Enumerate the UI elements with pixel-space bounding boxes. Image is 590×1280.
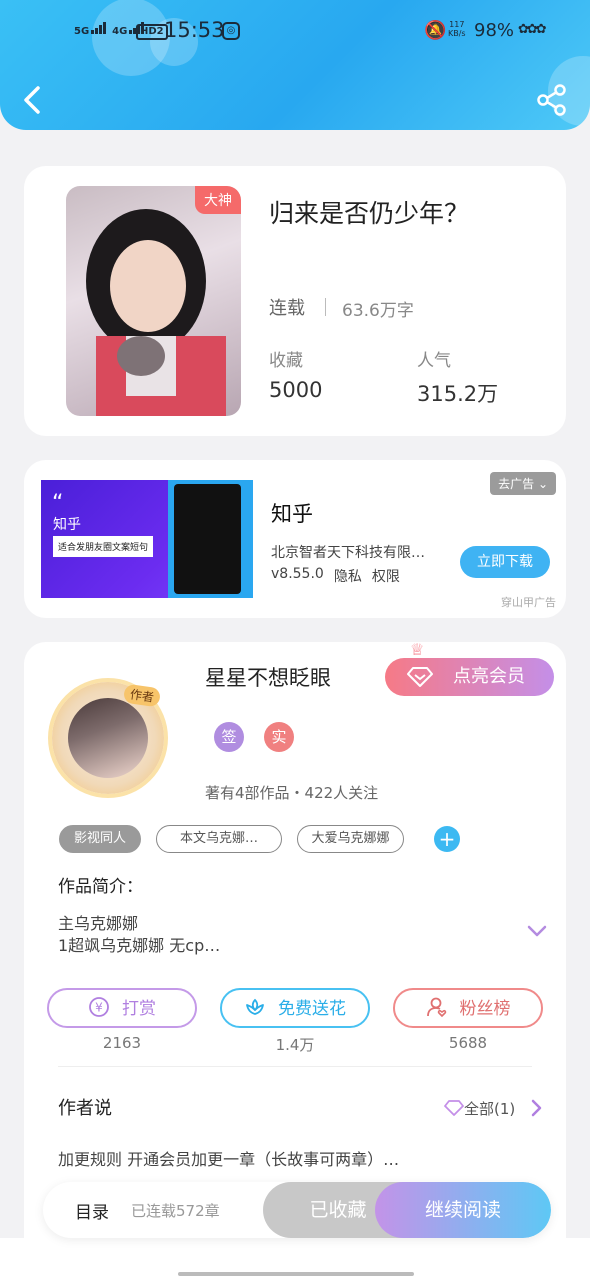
book-title: 归来是否仍少年？ — [269, 199, 470, 228]
ad-card[interactable]: “ 知乎 适合发朋友圈文案短句 去广告 ⌄ 知乎 北京智者天下科技有限… v8.… — [24, 460, 566, 618]
flower-count: 1.4万 — [275, 1036, 315, 1054]
battery-level: 98% — [474, 20, 515, 41]
author-avatar[interactable]: 作者 — [52, 682, 164, 794]
header: 5G 4G HD2 15:53 ◎ 🔕 117 KB/s 98% ✿✿✿ — [0, 0, 590, 130]
ad-privacy-link[interactable]: 隐私 — [334, 566, 362, 586]
add-tag-button[interactable]: + — [434, 826, 460, 852]
crown-icon: ♕ — [410, 640, 425, 659]
tip-count: 2163 — [102, 1034, 142, 1052]
continue-reading-button[interactable]: 继续阅读 — [375, 1182, 551, 1238]
quote-icon: “ — [52, 491, 64, 516]
cover-illustration — [86, 209, 226, 416]
home-indicator[interactable] — [178, 1272, 414, 1276]
download-button[interactable]: 立即下载 — [460, 546, 550, 578]
fan-ranking-button[interactable]: 粉丝榜 — [393, 988, 543, 1028]
avatar-face — [68, 698, 148, 778]
signed-badge: 签 — [214, 722, 244, 752]
book-info-card: 大神 归来是否仍少年？ 连载 63.6万字 收藏 人气 5000 315.2万 — [24, 166, 566, 436]
chapter-count: 已连载572章 — [131, 1202, 220, 1220]
tip-button[interactable]: ¥ 打赏 — [47, 988, 197, 1028]
chevron-left-icon[interactable] — [20, 80, 50, 120]
intro-title: 作品简介： — [58, 877, 143, 897]
diamond-icon — [407, 667, 433, 687]
phone-screen — [174, 484, 241, 594]
ad-source: 穿山甲广告 — [501, 596, 556, 609]
ad-meta: v8.55.0 隐私 权限 — [271, 566, 400, 586]
divider — [58, 1066, 532, 1067]
divider — [325, 298, 326, 316]
status-time: 15:53 — [164, 18, 225, 42]
signal-icon: 5G 4G — [74, 22, 145, 37]
ad-image[interactable]: “ 知乎 适合发朋友圈文案短句 — [41, 480, 253, 598]
chevron-down-icon[interactable] — [526, 924, 548, 938]
status-bar: 5G 4G HD2 15:53 ◎ 🔕 117 KB/s 98% ✿✿✿ — [0, 18, 590, 48]
hd-icon: HD2 — [136, 24, 168, 40]
user-heart-icon — [426, 997, 446, 1018]
ad-version: v8.55.0 — [271, 566, 324, 582]
book-cover[interactable]: 大神 — [66, 186, 241, 416]
app-icon: ◎ — [222, 22, 240, 40]
author-says-title: 作者说 — [58, 1098, 112, 1119]
intro-text: 1超飒乌克娜娜 无cp… — [58, 936, 221, 955]
diamond-icon — [444, 1100, 464, 1116]
popularity-label: 人气 — [417, 351, 451, 371]
phone-mockup — [168, 480, 253, 598]
view-all-link[interactable]: 全部(1) — [464, 1098, 515, 1119]
send-flower-button[interactable]: 免费送花 — [220, 988, 370, 1028]
tag-item[interactable]: 本文乌克娜… — [156, 825, 282, 853]
table-of-contents-button[interactable]: 目录 — [75, 1198, 109, 1223]
ad-company: 北京智者天下科技有限… — [271, 545, 425, 561]
yuan-icon: ¥ — [89, 997, 109, 1017]
dashen-badge: 大神 — [195, 186, 241, 214]
vip-button[interactable]: 点亮会员 — [385, 658, 554, 696]
svg-text:¥: ¥ — [95, 1001, 103, 1015]
flower-icon — [246, 998, 264, 1015]
ad-image-brand: 知乎 — [53, 517, 81, 533]
popularity-value: 315.2万 — [417, 382, 499, 406]
works-summary: 著有4部作品・422人关注 — [205, 784, 379, 802]
author-says-text[interactable]: 加更规则 开通会员加更一章（长故事可两章）… — [58, 1146, 399, 1170]
bottom-action-bar: 目录 已连载572章 已收藏 继续阅读 — [43, 1182, 551, 1238]
chevron-right-icon[interactable] — [530, 1098, 542, 1118]
remove-ad-button[interactable]: 去广告 ⌄ — [490, 472, 556, 495]
ad-app-name: 知乎 — [271, 502, 313, 526]
fans-count: 5688 — [448, 1034, 488, 1052]
tag-item[interactable]: 大爱乌克娜娜 — [297, 825, 404, 853]
tag-item[interactable]: 影视同人 — [59, 825, 141, 853]
ad-image-slogan: 适合发朋友圈文案短句 — [53, 536, 154, 557]
serial-status: 连载 — [269, 298, 305, 319]
flower-icon: ✿✿✿ — [518, 22, 547, 37]
mute-bell-icon: 🔕 — [424, 20, 447, 41]
favorites-value: 5000 — [269, 378, 323, 402]
share-icon[interactable] — [536, 84, 568, 116]
ad-permissions-link[interactable]: 权限 — [372, 566, 400, 586]
verified-badge: 实 — [264, 722, 294, 752]
author-name[interactable]: 星星不想眨眼 — [205, 662, 331, 692]
word-count: 63.6万字 — [342, 301, 414, 321]
network-speed: 117 KB/s — [448, 20, 466, 38]
intro-text: 主乌克娜娜 — [58, 914, 139, 933]
favorites-label: 收藏 — [269, 351, 303, 371]
